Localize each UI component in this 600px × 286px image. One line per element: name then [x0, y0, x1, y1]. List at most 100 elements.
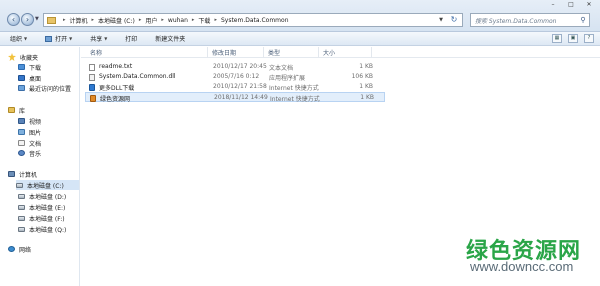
- command-bar: 组织 ▼ 打开 ▼ 共享 ▼ 打印 新建文件夹 ▦ ▣ ?: [0, 32, 600, 46]
- chevron-right-icon[interactable]: ▸: [92, 17, 95, 23]
- view-controls: ▦ ▣ ?: [552, 34, 594, 43]
- close-button[interactable]: ✕: [580, 0, 598, 10]
- open-icon: [45, 35, 53, 42]
- open-button[interactable]: 打开 ▼: [45, 34, 72, 43]
- address-row: – □ ✕ ‹ › ▼ ▸ 计算机 ▸ 本地磁盘 (C:) ▸ 用户 ▸ wuh…: [0, 0, 600, 32]
- drive-icon: [18, 204, 25, 210]
- preview-pane-icon[interactable]: ▣: [568, 34, 578, 43]
- file-date: 2010/12/17 20:45: [213, 63, 267, 70]
- address-dropdown-icon[interactable]: ▼: [436, 14, 446, 26]
- column-divider[interactable]: [207, 47, 208, 58]
- column-header-row: 名称 修改日期 类型 大小: [81, 47, 600, 58]
- forward-button[interactable]: ›: [21, 13, 34, 26]
- drive-icon: [18, 193, 25, 199]
- nav-computer-label: 计算机: [19, 171, 38, 179]
- drive-icon: [16, 182, 23, 188]
- file-size: 1 KB: [359, 63, 373, 70]
- file-row[interactable]: readme.txt 2010/12/17 20:45 文本文档 1 KB: [85, 62, 385, 72]
- column-divider[interactable]: [371, 47, 372, 58]
- nav-drive-f[interactable]: 本地磁盘 (F:): [18, 213, 65, 223]
- refresh-icon[interactable]: ↻: [448, 14, 460, 26]
- nav-libraries[interactable]: 库: [8, 105, 25, 115]
- file-name: System.Data.Common.dll: [99, 73, 176, 80]
- document-icon: [18, 140, 25, 146]
- nav-documents[interactable]: 文档: [18, 138, 41, 148]
- chevron-right-icon[interactable]: ▸: [139, 17, 142, 23]
- recent-places-icon: [18, 85, 25, 91]
- nav-drive-d[interactable]: 本地磁盘 (D:): [18, 191, 66, 201]
- chevron-right-icon[interactable]: ▸: [161, 17, 164, 23]
- column-divider[interactable]: [318, 47, 319, 58]
- history-dropdown-icon[interactable]: ▼: [35, 16, 39, 22]
- nav-pictures-label: 图片: [29, 129, 42, 137]
- nav-recent-places[interactable]: 最近访问的位置: [18, 83, 71, 93]
- breadcrumb-item-user[interactable]: wuhan: [168, 17, 188, 24]
- nav-favorites-label: 收藏夹: [20, 54, 39, 62]
- search-placeholder: 搜索 System.Data.Common: [475, 17, 557, 25]
- file-type: Internet 快捷方式: [270, 96, 320, 103]
- file-size: 1 KB: [360, 94, 374, 101]
- file-size: 106 KB: [351, 73, 373, 80]
- new-folder-button[interactable]: 新建文件夹: [155, 34, 185, 43]
- dll-file-icon: [89, 74, 95, 81]
- breadcrumb-item-computer[interactable]: 计算机: [70, 16, 88, 25]
- nav-videos[interactable]: 视频: [18, 116, 41, 126]
- nav-computer[interactable]: 计算机: [8, 169, 37, 179]
- file-row[interactable]: 绿色资源网 2018/11/12 14:49 Internet 快捷方式 1 K…: [85, 92, 385, 103]
- organize-label: 组织: [10, 36, 23, 43]
- change-view-icon[interactable]: ▦: [552, 34, 562, 43]
- nav-drive-d-label: 本地磁盘 (D:): [29, 193, 67, 201]
- nav-recent-label: 最近访问的位置: [29, 85, 72, 93]
- breadcrumb-item-current[interactable]: System.Data.Common: [221, 17, 289, 24]
- column-header-size[interactable]: 大小: [323, 48, 335, 57]
- nav-favorites[interactable]: 收藏夹: [8, 52, 38, 62]
- file-type: Internet 快捷方式: [269, 85, 319, 92]
- organize-button[interactable]: 组织 ▼: [10, 34, 27, 43]
- column-header-date[interactable]: 修改日期: [212, 48, 236, 57]
- maximize-button[interactable]: □: [562, 0, 580, 10]
- column-header-name[interactable]: 名称: [90, 48, 102, 57]
- nav-network[interactable]: 网络: [8, 244, 31, 254]
- file-row[interactable]: 更多DLL下载 2010/12/17 21:58 Internet 快捷方式 1…: [85, 82, 385, 92]
- nav-desktop[interactable]: 桌面: [18, 73, 41, 83]
- share-label: 共享: [90, 36, 103, 43]
- search-icon[interactable]: ⚲: [577, 16, 589, 24]
- file-row[interactable]: System.Data.Common.dll 2005/7/16 0:12 应用…: [85, 72, 385, 82]
- navigation-pane: 收藏夹 下载 桌面 最近访问的位置 库 视频 图片 文档 音乐 计算机 本地磁盘…: [0, 47, 80, 286]
- print-button[interactable]: 打印: [125, 34, 137, 43]
- nav-drive-c-label: 本地磁盘 (C:): [27, 182, 64, 190]
- nav-drive-e[interactable]: 本地磁盘 (E:): [18, 202, 65, 212]
- chevron-down-icon: ▼: [69, 36, 73, 41]
- file-date: 2005/7/16 0:12: [213, 73, 260, 80]
- chevron-right-icon[interactable]: ▸: [63, 17, 66, 23]
- minimize-button[interactable]: –: [544, 0, 562, 10]
- search-input[interactable]: 搜索 System.Data.Common ⚲: [470, 13, 590, 27]
- nav-drive-c[interactable]: 本地磁盘 (C:): [16, 180, 79, 190]
- internet-shortcut-icon: [90, 95, 96, 102]
- breadcrumb-item-downloads[interactable]: 下载: [198, 16, 210, 25]
- address-bar[interactable]: ▸ 计算机 ▸ 本地磁盘 (C:) ▸ 用户 ▸ wuhan ▸ 下载 ▸ Sy…: [43, 13, 463, 27]
- watermark-url: www.downcc.com: [470, 259, 574, 274]
- chevron-right-icon[interactable]: ▸: [214, 17, 217, 23]
- nav-downloads-label: 下载: [29, 64, 42, 72]
- breadcrumb-item-drive-c[interactable]: 本地磁盘 (C:): [98, 16, 135, 25]
- drive-icon: [18, 226, 25, 232]
- help-icon[interactable]: ?: [584, 34, 594, 43]
- column-divider[interactable]: [263, 47, 264, 58]
- nav-documents-label: 文档: [29, 140, 42, 148]
- nav-videos-label: 视频: [29, 118, 42, 126]
- file-name: readme.txt: [99, 63, 133, 70]
- nav-downloads[interactable]: 下载: [18, 62, 41, 72]
- chevron-right-icon[interactable]: ▸: [192, 17, 195, 23]
- nav-pictures[interactable]: 图片: [18, 127, 41, 137]
- file-date: 2018/11/12 14:49: [214, 94, 268, 101]
- breadcrumb-item-users[interactable]: 用户: [145, 16, 157, 25]
- back-button[interactable]: ‹: [7, 13, 20, 26]
- column-header-type[interactable]: 类型: [268, 48, 280, 57]
- text-file-icon: [89, 64, 95, 71]
- nav-drive-q[interactable]: 本地磁盘 (Q:): [18, 224, 66, 234]
- share-button[interactable]: 共享 ▼: [90, 34, 107, 43]
- chevron-down-icon: ▼: [24, 36, 28, 41]
- music-icon: [18, 150, 25, 156]
- nav-music[interactable]: 音乐: [18, 148, 41, 158]
